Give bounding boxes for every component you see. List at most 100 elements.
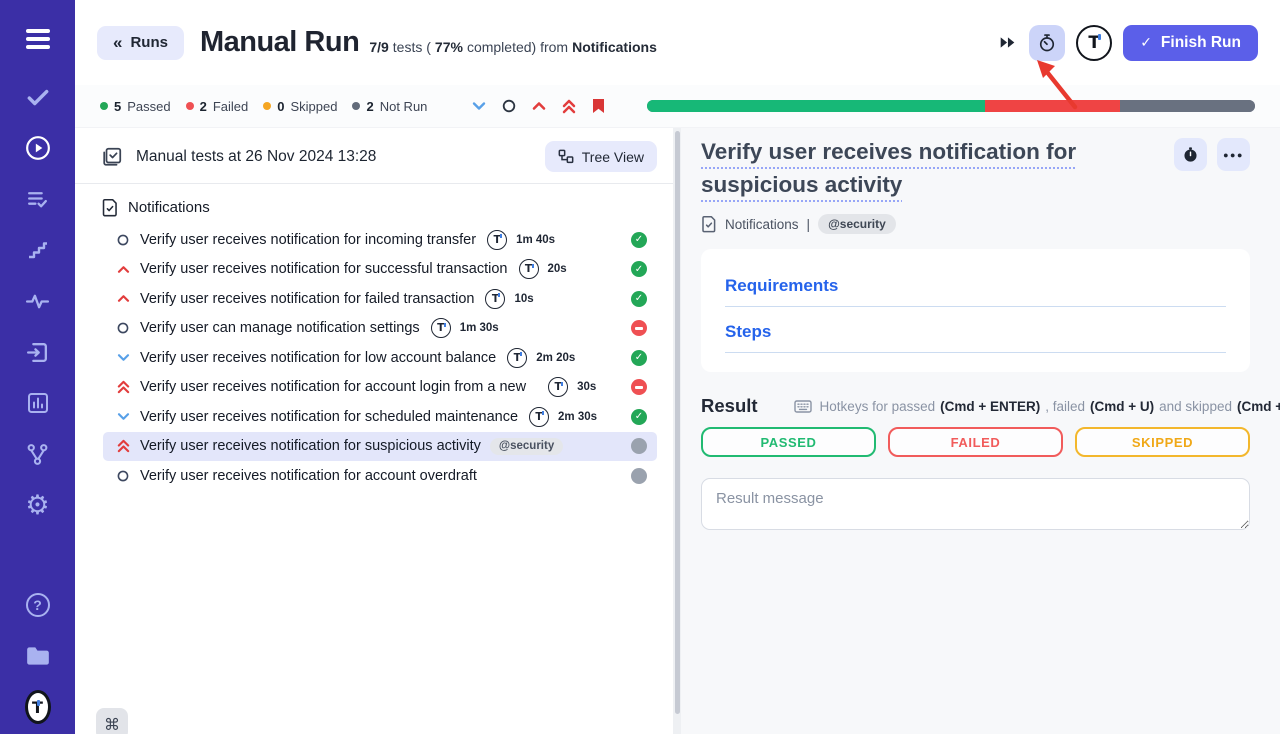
test-logo-icon [487, 230, 507, 250]
tree-view-button[interactable]: Tree View [545, 141, 657, 172]
filter-circle-icon[interactable] [502, 99, 516, 113]
suite-row-notifications[interactable]: Notifications [99, 196, 657, 225]
test-duration: 2m 30s [558, 411, 597, 423]
scrollbar-thumb[interactable] [675, 131, 680, 714]
priority-normal-icon [116, 322, 130, 334]
test-title: Verify user receives notification for sc… [140, 409, 518, 425]
test-row[interactable]: Verify user receives notification for lo… [103, 343, 657, 373]
hotkey-combo: (Cmd + ENTER) [940, 399, 1040, 414]
failed-value: 2 [200, 99, 207, 114]
failed-label: Failed [213, 99, 248, 114]
hotkey-text: and skipped [1159, 399, 1232, 414]
steps-icon[interactable] [25, 237, 51, 263]
status-passed-icon [631, 409, 647, 425]
app-logo-icon[interactable]: T [25, 694, 51, 720]
test-row[interactable]: Verify user receives notification for in… [103, 225, 657, 255]
passed-label: Passed [127, 99, 170, 114]
status-passed-icon [631, 232, 647, 248]
finish-run-button[interactable]: ✓ Finish Run [1123, 25, 1258, 61]
test-row-selected[interactable]: Verify user receives notification for su… [103, 432, 657, 462]
failed-button[interactable]: FAILED [888, 427, 1063, 457]
projects-folder-icon[interactable] [25, 643, 51, 669]
passed-button[interactable]: PASSED [701, 427, 876, 457]
notrun-dot-icon [352, 102, 360, 110]
suite-doc-icon [101, 198, 119, 217]
account-logo-icon[interactable]: T [1076, 25, 1112, 61]
test-row[interactable]: Verify user receives notification for sc… [103, 402, 657, 432]
test-row[interactable]: Verify user can manage notification sett… [103, 314, 657, 344]
runs-play-icon[interactable] [25, 135, 51, 161]
notrun-count[interactable]: 2Not Run [352, 99, 427, 114]
priority-high-icon [116, 294, 130, 303]
hotkey-combo: (Cmd + U) [1090, 399, 1154, 414]
verdict-buttons: PASSED FAILED SKIPPED [701, 427, 1250, 457]
tests-check-icon[interactable] [25, 84, 51, 110]
test-plans-icon[interactable] [25, 186, 51, 212]
help-icon[interactable]: ? [25, 592, 51, 618]
status-failed-icon [631, 379, 647, 395]
settings-gear-icon[interactable]: ⚙ [25, 492, 51, 518]
test-title: Verify user receives notification for ac… [140, 379, 526, 395]
test-title: Verify user receives notification for in… [140, 232, 476, 248]
skipped-count[interactable]: 0 Skipped [263, 99, 337, 114]
detail-timer-button[interactable] [1174, 138, 1207, 171]
menu-icon[interactable] [25, 26, 51, 52]
run-checklist-icon [101, 146, 123, 168]
test-title: Verify user can manage notification sett… [140, 320, 420, 336]
timer-button[interactable] [1029, 25, 1065, 61]
priority-high-icon [116, 265, 130, 274]
priority-filters [472, 98, 605, 114]
test-row[interactable]: Verify user receives notification for ac… [103, 461, 657, 491]
test-logo-icon [548, 377, 568, 397]
run-header: Manual tests at 26 Nov 2024 13:28 Tree V… [75, 128, 673, 183]
hotkey-text: Hotkeys for passed [820, 399, 936, 414]
suite-label: Notifications [128, 199, 210, 216]
requirements-link[interactable]: Requirements [725, 276, 1226, 307]
detail-more-button[interactable]: ●●● [1217, 138, 1250, 171]
back-to-runs-label: Runs [130, 34, 168, 51]
priority-normal-icon [116, 234, 130, 246]
hotkeys-cmd-button[interactable]: ⌘ [96, 708, 128, 734]
analytics-icon[interactable] [25, 390, 51, 416]
test-tag: @security [490, 438, 563, 455]
page-title: Manual Run [200, 26, 359, 59]
test-logo-icon [519, 259, 539, 279]
check-icon: ✓ [1140, 35, 1152, 51]
filter-caret-up-icon[interactable] [532, 101, 546, 111]
run-title: Manual tests at 26 Nov 2024 13:28 [136, 148, 376, 166]
filter-bookmark-icon[interactable] [592, 98, 605, 114]
import-icon[interactable] [25, 339, 51, 365]
skipped-value: 0 [277, 99, 284, 114]
topbar-actions: T ✓ Finish Run [997, 25, 1258, 61]
back-to-runs-button[interactable]: « Runs [97, 26, 184, 60]
detail-title-link[interactable]: Verify user receives notification for su… [701, 135, 1174, 201]
test-row[interactable]: Verify user receives notification for fa… [103, 284, 657, 314]
pulse-icon[interactable] [25, 288, 51, 314]
filter-double-caret-up-icon[interactable] [562, 99, 576, 114]
detail-actions: ●●● [1174, 135, 1250, 171]
skipped-button[interactable]: SKIPPED [1075, 427, 1250, 457]
skipped-dot-icon [263, 102, 271, 110]
result-message-input[interactable] [701, 478, 1250, 530]
fast-forward-icon[interactable] [997, 34, 1018, 51]
skipped-label: Skipped [291, 99, 338, 114]
detail-tag[interactable]: @security [818, 214, 896, 234]
passed-count[interactable]: 5Passed [100, 99, 171, 114]
status-passed-icon [631, 291, 647, 307]
failed-count[interactable]: 2 Failed [186, 99, 249, 114]
filter-chevron-down-icon[interactable] [472, 101, 486, 111]
ellipsis-icon: ●●● [1223, 150, 1244, 160]
detail-suite-link[interactable]: Notifications [725, 217, 799, 232]
test-row[interactable]: Verify user receives notification for su… [103, 255, 657, 285]
priority-normal-icon [116, 470, 130, 482]
hotkeys-hint: Hotkeys for passed (Cmd + ENTER) , faile… [794, 399, 1280, 414]
progress-segment-failed [985, 100, 1120, 112]
priority-low-icon [116, 353, 130, 362]
status-bar: 5Passed 2 Failed 0 Skipped 2Not Run [75, 85, 1280, 127]
double-chevron-left-icon: « [113, 33, 122, 53]
notrun-value: 2 [366, 99, 373, 114]
branch-icon[interactable] [25, 441, 51, 467]
test-row[interactable]: Verify user receives notification for ac… [103, 373, 657, 403]
steps-link[interactable]: Steps [725, 322, 1226, 353]
completed-word: completed) from [467, 39, 568, 55]
